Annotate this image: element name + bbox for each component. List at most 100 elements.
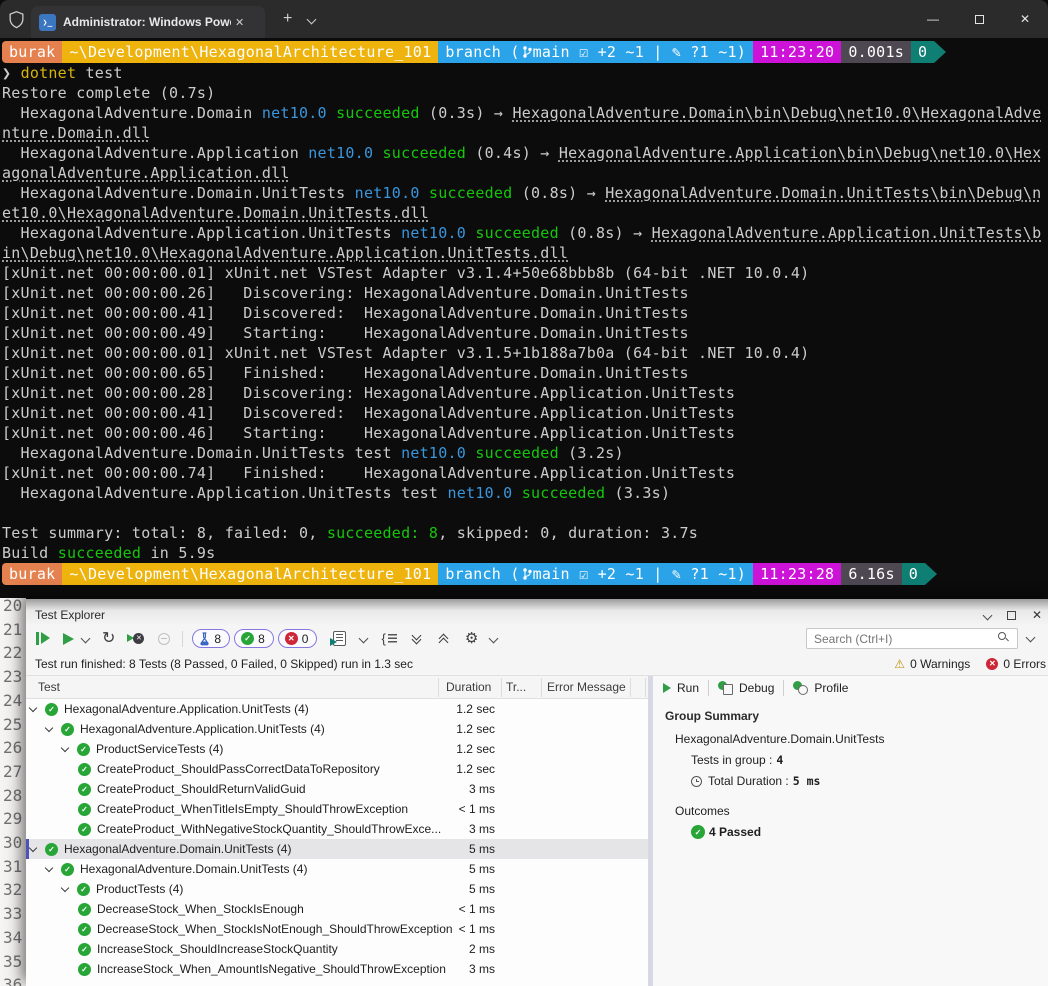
test-tree-row[interactable]: ✓CreateProduct_WhenTitleIsEmpty_ShouldTh… xyxy=(26,799,648,819)
test-tree-row[interactable]: ✓CreateProduct_ShouldPassCorrectDataToRe… xyxy=(26,759,648,779)
settings-gear-icon[interactable]: ⚙ xyxy=(465,631,478,646)
failed-tests-badge[interactable]: ✕ 0 xyxy=(278,629,318,648)
test-tree-row[interactable]: ✓CreateProduct_WithNegativeStockQuantity… xyxy=(26,819,648,839)
prompt-path-segment: ~\Development\HexagonalArchitecture_101 xyxy=(62,41,438,63)
test-duration: < 1 ms xyxy=(459,922,495,936)
terminal-line: [xUnit.net 00:00:00.01] xUnit.net VSTest… xyxy=(2,343,1046,363)
test-tree-row[interactable]: ✓HexagonalAdventure.Domain.UnitTests (4)… xyxy=(26,859,648,879)
flask-icon xyxy=(199,632,210,646)
terminal-line: HexagonalAdventure.Application.UnitTests… xyxy=(2,483,1046,503)
test-tree-row[interactable]: ✓HexagonalAdventure.Application.UnitTest… xyxy=(26,699,648,719)
terminal-line: HexagonalAdventure.Domain.UnitTests net1… xyxy=(2,183,1046,203)
terminal-line: Test summary: total: 8, failed: 0, succe… xyxy=(2,523,1046,543)
column-traits[interactable]: Tr... xyxy=(506,680,526,694)
test-duration: 1.2 sec xyxy=(456,742,495,756)
editor-line-number: 34 xyxy=(3,926,22,950)
panel-titlebar[interactable]: Test Explorer ✕ xyxy=(26,599,1048,625)
expander-chevron-icon[interactable] xyxy=(61,884,69,892)
terminal-line: [xUnit.net 00:00:00.46] Starting: Hexago… xyxy=(2,423,1046,443)
run-options-chevron[interactable] xyxy=(81,634,91,644)
column-error-message[interactable]: Error Message xyxy=(547,680,626,694)
test-tree-row[interactable]: ✓HexagonalAdventure.Domain.UnitTests (4)… xyxy=(26,839,648,859)
new-tab-button[interactable]: + xyxy=(283,10,292,28)
terminal-line: [xUnit.net 00:00:00.28] Discovering: Hex… xyxy=(2,383,1046,403)
tab-close-icon[interactable]: ✕ xyxy=(235,16,244,29)
debug-button[interactable]: Debug xyxy=(718,681,774,695)
settings-chevron[interactable] xyxy=(489,634,499,644)
expander-chevron-icon[interactable] xyxy=(29,704,37,712)
panel-float-icon[interactable] xyxy=(1007,611,1016,620)
test-name: DecreaseStock_When_StockIsNotEnough_Shou… xyxy=(97,922,453,936)
group-by-icon[interactable]: { xyxy=(381,631,396,646)
test-passed-icon: ✓ xyxy=(78,923,91,936)
powershell-icon: ❯_ xyxy=(39,14,56,31)
prompt-duration-segment: 6.16s xyxy=(841,563,901,585)
test-name: DecreaseStock_When_StockIsEnough xyxy=(97,902,304,916)
expander-chevron-icon[interactable] xyxy=(45,724,53,732)
search-input[interactable] xyxy=(806,628,1018,649)
column-test[interactable]: Test xyxy=(38,680,60,694)
total-tests-badge[interactable]: 8 xyxy=(192,629,230,648)
terminal-close-button[interactable]: ✕ xyxy=(1002,0,1048,38)
test-tree-row[interactable]: ✓ DecreaseStock_When_StockIsNotEnough_Sho… xyxy=(26,919,648,939)
run-button[interactable]: Run xyxy=(663,681,699,695)
search-icon[interactable] xyxy=(998,632,1006,640)
terminal-tab[interactable]: ❯_ Administrator: Windows Powe ✕ xyxy=(31,6,265,38)
debug-icon xyxy=(718,681,733,695)
tests-in-group-line: Tests in group : 4 xyxy=(691,753,1048,767)
panel-options-chevron[interactable] xyxy=(982,610,992,620)
expander-chevron-icon[interactable] xyxy=(45,864,53,872)
terminal-line: agonalAdventure.Application.dll xyxy=(2,163,1046,183)
shield-icon xyxy=(8,10,25,29)
test-name: HexagonalAdventure.Domain.UnitTests (4) xyxy=(64,842,291,856)
playlist-icon[interactable] xyxy=(333,631,346,646)
passed-tests-badge[interactable]: ✓ 8 xyxy=(234,629,274,648)
editor-line-number: 36 xyxy=(3,973,22,986)
test-tree-row[interactable]: ✓HexagonalAdventure.Application.UnitTest… xyxy=(26,719,648,739)
terminal-maximize-button[interactable] xyxy=(956,0,1002,38)
test-passed-icon: ✓ xyxy=(78,963,91,976)
run-all-tests-button[interactable] xyxy=(26,632,51,645)
profile-button[interactable]: Profile xyxy=(793,681,848,695)
collapse-all-icon[interactable] xyxy=(440,635,447,643)
terminal-minimize-button[interactable]: — xyxy=(910,0,956,38)
test-passed-icon: ✓ xyxy=(45,703,58,716)
terminal-line: in\Debug\net10.0\HexagonalAdventure.Appl… xyxy=(2,243,1046,263)
prompt-exit-code-segment: 0 xyxy=(911,41,934,63)
run-not-executed-icon xyxy=(158,633,170,645)
outcome-passed-line: ✓ 4 Passed xyxy=(691,825,1048,839)
group-summary-heading: Group Summary xyxy=(665,709,1048,723)
terminal-body: burak ~\Development\HexagonalArchitectur… xyxy=(0,38,1048,585)
cancel-run-icon[interactable]: ✕ xyxy=(127,632,144,646)
expander-chevron-icon[interactable] xyxy=(29,844,37,852)
prompt-user-segment: burak xyxy=(2,41,62,63)
total-duration-value: 5 ms xyxy=(793,774,821,788)
prompt-git-segment: branch (main ☑ +2 ~1 | ✎ ?1 ~1) xyxy=(438,563,753,585)
search-options-chevron[interactable] xyxy=(1026,633,1036,643)
test-tree-row[interactable]: ✓IncreaseStock_ShouldIncreaseStockQuanti… xyxy=(26,939,648,959)
panel-close-icon[interactable]: ✕ xyxy=(1032,609,1042,621)
expander-chevron-icon[interactable] xyxy=(61,744,69,752)
run-tests-button[interactable] xyxy=(63,633,74,645)
editor-line-number-gutter: 2021222324252627282930313233343536 xyxy=(0,598,26,986)
errors-count[interactable]: 0 Errors xyxy=(1003,657,1046,671)
prompt-time-segment: 11:23:20 xyxy=(753,41,841,63)
repeat-last-run-icon[interactable]: ↻ xyxy=(102,631,115,647)
test-tree-row[interactable]: ✓IncreaseStock_When_AmountIsNegative_Sho… xyxy=(26,959,648,979)
total-duration-line: Total Duration : 5 ms xyxy=(691,774,1048,788)
test-tree-row[interactable]: ✓ProductServiceTests (4)1.2 sec xyxy=(26,739,648,759)
terminal-line: et10.0\HexagonalAdventure.Domain.UnitTes… xyxy=(2,203,1046,223)
test-tree-row[interactable]: ✓CreateProduct_ShouldReturnValidGuid3 ms xyxy=(26,779,648,799)
tab-dropdown-chevron[interactable] xyxy=(307,14,317,24)
playlist-options-chevron[interactable] xyxy=(359,634,369,644)
test-name: HexagonalAdventure.Application.UnitTests… xyxy=(80,722,325,736)
test-duration: < 1 ms xyxy=(459,902,495,916)
terminal-line: [xUnit.net 00:00:00.65] Finished: Hexago… xyxy=(2,363,1046,383)
expand-all-icon[interactable] xyxy=(413,635,420,643)
warnings-count[interactable]: 0 Warnings xyxy=(910,657,970,671)
prompt-git-segment: branch (main ☑ +2 ~1 | ✎ ?1 ~1) xyxy=(438,41,753,63)
test-tree-row[interactable]: ✓ProductTests (4)5 ms xyxy=(26,879,648,899)
test-tree-row[interactable]: ✓DecreaseStock_When_StockIsEnough< 1 ms xyxy=(26,899,648,919)
terminal-line: [xUnit.net 00:00:00.74] Finished: Hexago… xyxy=(2,463,1046,483)
column-duration[interactable]: Duration xyxy=(446,680,491,694)
